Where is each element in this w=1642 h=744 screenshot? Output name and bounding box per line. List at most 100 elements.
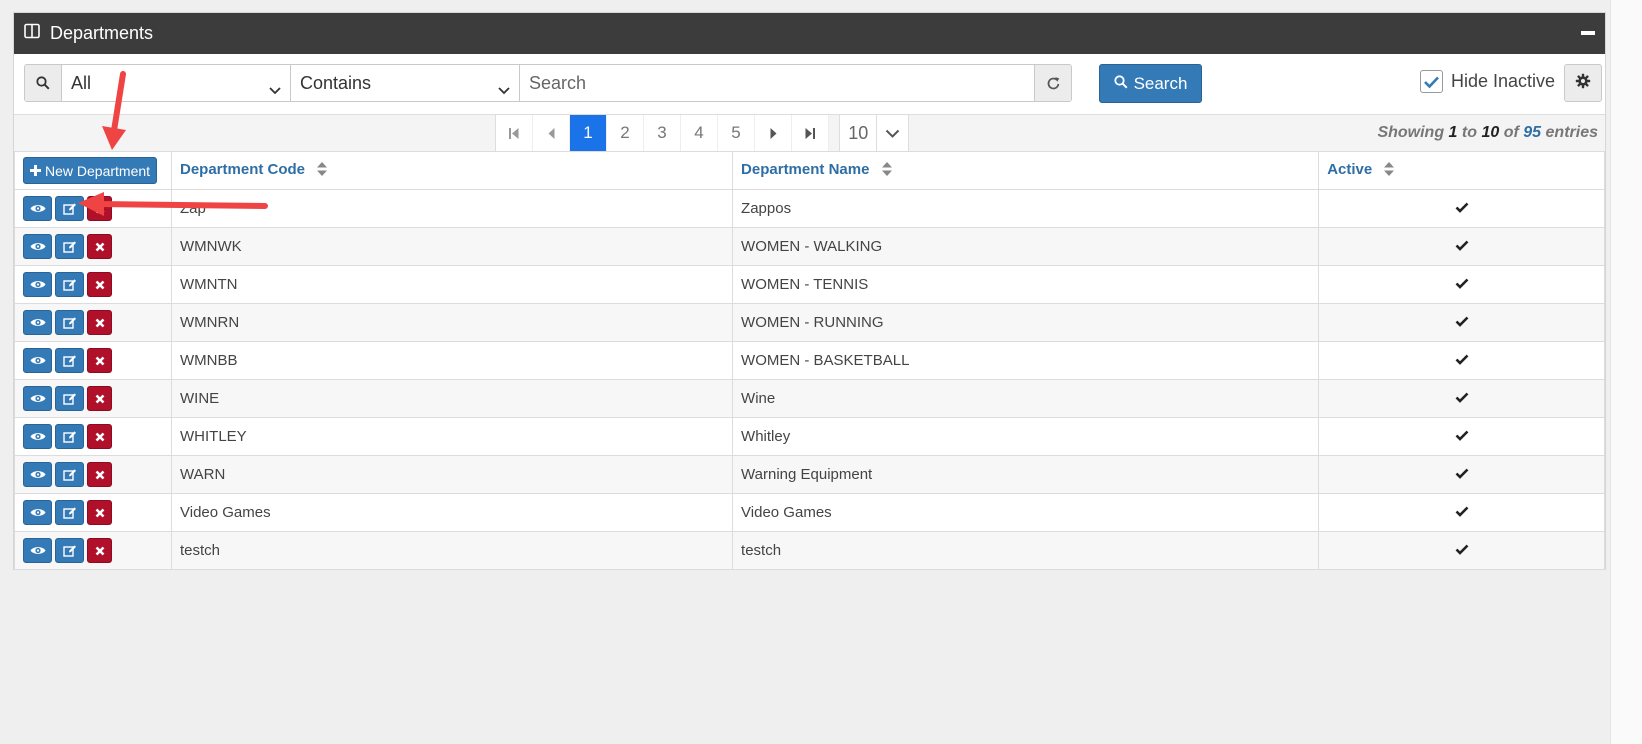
last-page-icon[interactable] (792, 115, 829, 151)
field-select[interactable]: All (62, 65, 291, 101)
active-cell (1318, 265, 1605, 304)
column-header-label: Department Code (180, 161, 306, 179)
settings-button[interactable] (1564, 64, 1602, 102)
showing-to-word: to (1461, 124, 1478, 141)
view-button[interactable] (23, 462, 52, 487)
edit-button[interactable] (55, 386, 84, 411)
delete-button[interactable] (87, 234, 112, 259)
page-button-4[interactable]: 4 (681, 115, 718, 151)
table-header-row: New Department Department Code Departmen… (14, 151, 1605, 190)
hide-inactive-label: Hide Inactive (1451, 71, 1556, 91)
edit-icon (62, 354, 77, 368)
view-button[interactable] (23, 272, 52, 297)
department-name-cell: Wine (732, 379, 1320, 418)
collapse-icon[interactable] (1581, 31, 1595, 35)
close-icon (95, 432, 105, 442)
delete-button[interactable] (87, 424, 112, 449)
search-input[interactable] (520, 65, 1034, 101)
view-button[interactable] (23, 386, 52, 411)
active-cell (1318, 379, 1605, 418)
row-actions (14, 493, 172, 532)
operator-select[interactable]: Contains (291, 65, 520, 101)
first-page-icon[interactable] (496, 115, 533, 151)
department-name-cell: Whitley (732, 417, 1320, 456)
column-header-code[interactable]: Department Code (170, 151, 734, 190)
row-actions (14, 341, 172, 380)
page-button-2[interactable]: 2 (607, 115, 644, 151)
department-name-cell: Video Games (732, 493, 1320, 532)
view-button[interactable] (23, 500, 52, 525)
delete-button[interactable] (87, 386, 112, 411)
table-row: Video Games Video Games (14, 493, 1605, 532)
page-button-5[interactable]: 5 (718, 115, 755, 151)
next-page-icon[interactable] (755, 115, 792, 151)
delete-button[interactable] (87, 500, 112, 525)
hide-inactive-checkbox[interactable] (1420, 70, 1443, 93)
edit-button[interactable] (55, 196, 84, 221)
row-actions (14, 189, 172, 228)
new-department-label: New Department (45, 162, 151, 179)
close-icon (95, 546, 105, 556)
department-code-cell: WINE (170, 379, 734, 418)
row-actions (14, 531, 172, 570)
edit-button[interactable] (55, 310, 84, 335)
active-cell (1318, 227, 1605, 266)
edit-icon (62, 316, 77, 330)
close-icon (95, 356, 105, 366)
delete-button[interactable] (87, 462, 112, 487)
delete-button[interactable] (87, 348, 112, 373)
delete-button[interactable] (87, 196, 112, 221)
search-icon (25, 65, 62, 101)
active-cell (1318, 189, 1605, 228)
page-button-3[interactable]: 3 (644, 115, 681, 151)
check-icon (1455, 504, 1469, 521)
department-name-cell: Zappos (732, 189, 1320, 228)
table-row: WINE Wine (14, 379, 1605, 418)
edit-icon (62, 430, 77, 444)
active-cell (1318, 417, 1605, 456)
edit-icon (62, 278, 77, 292)
search-button[interactable]: Search (1099, 64, 1202, 103)
operator-select-value: Contains (300, 72, 372, 93)
new-department-button[interactable]: New Department (23, 157, 158, 184)
close-icon (95, 242, 105, 252)
check-icon (1455, 276, 1469, 293)
refresh-icon[interactable] (1034, 65, 1071, 101)
edit-button[interactable] (55, 272, 84, 297)
view-button[interactable] (23, 234, 52, 259)
close-icon (95, 204, 105, 214)
edit-button[interactable] (55, 348, 84, 373)
edit-button[interactable] (55, 234, 84, 259)
delete-button[interactable] (87, 310, 112, 335)
edit-button[interactable] (55, 538, 84, 563)
edit-button[interactable] (55, 462, 84, 487)
view-button[interactable] (23, 538, 52, 563)
view-button[interactable] (23, 196, 52, 221)
edit-button[interactable] (55, 424, 84, 449)
column-header-active[interactable]: Active (1318, 151, 1605, 190)
close-icon (95, 280, 105, 290)
page-size-select[interactable]: 10 (839, 115, 909, 151)
departments-table: New Department Department Code Departmen… (14, 151, 1605, 570)
column-header-name[interactable]: Department Name (732, 151, 1320, 190)
filter-toolbar: All Contains Search Search Hide Inactive (14, 54, 1605, 114)
department-code-cell: Video Games (170, 493, 734, 532)
view-button[interactable] (23, 348, 52, 373)
eye-icon (30, 355, 46, 366)
prev-page-icon[interactable] (533, 115, 570, 151)
view-button[interactable] (23, 310, 52, 335)
delete-button[interactable] (87, 538, 112, 563)
table-row: WMNRN WOMEN - RUNNING (14, 303, 1605, 342)
view-button[interactable] (23, 424, 52, 449)
edit-button[interactable] (55, 500, 84, 525)
hide-inactive-toggle[interactable]: Hide Inactive (1420, 70, 1555, 93)
search-button-label: Search (1133, 73, 1188, 93)
row-actions (14, 417, 172, 456)
panel-title: Departments (50, 23, 154, 43)
row-actions (14, 265, 172, 304)
eye-icon (30, 507, 46, 518)
page-button-1[interactable]: 1 (570, 115, 607, 151)
eye-icon (30, 317, 46, 328)
delete-button[interactable] (87, 272, 112, 297)
page-scrollbar[interactable] (1610, 0, 1642, 744)
